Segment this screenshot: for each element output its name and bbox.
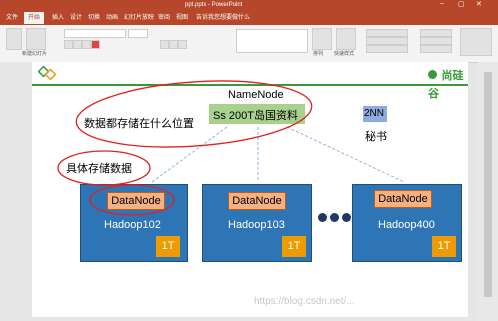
slide-panel — [0, 62, 32, 321]
shapes-gallery[interactable] — [236, 29, 308, 53]
new-slide-button[interactable] — [26, 28, 46, 50]
tools-button[interactable] — [460, 28, 492, 56]
tab-file[interactable]: 文件 — [6, 12, 18, 24]
tab-design[interactable]: 设计 — [70, 12, 82, 24]
tab-insert[interactable]: 插入 — [52, 12, 64, 24]
arrange-label: 排列 — [313, 51, 324, 57]
align-right-button[interactable] — [178, 40, 187, 49]
tab-view[interactable]: 视图 — [176, 12, 188, 24]
shape-effects-button[interactable] — [366, 45, 408, 53]
maximize-icon[interactable]: ▢ — [458, 0, 465, 8]
tab-home[interactable]: 开始 — [24, 12, 45, 24]
italic-button[interactable] — [73, 40, 82, 49]
ribbon-tabs: 文件 开始 插入 设计 切换 动画 幻灯片放映 审阅 视图 告诉我您想要做什么 — [0, 11, 498, 25]
ribbon: 新建幻灯片 排列 快速样式 — [0, 25, 498, 63]
window-title: ppt.pptx - PowerPoint — [185, 2, 243, 8]
tell-me-search[interactable]: 告诉我您想要做什么 — [196, 12, 250, 24]
ink-annotations — [57, 80, 313, 216]
shape-outline-button[interactable] — [366, 37, 408, 45]
align-center-button[interactable] — [169, 40, 178, 49]
title-bar: ppt.pptx - PowerPoint – ▢ ✕ — [0, 0, 498, 11]
tab-slideshow[interactable]: 幻灯片放映 — [124, 12, 154, 24]
paste-button[interactable] — [6, 28, 22, 50]
replace-button[interactable] — [420, 37, 452, 45]
minimize-icon[interactable]: – — [440, 0, 444, 7]
font-size-dropdown[interactable] — [128, 29, 148, 38]
arrange-button[interactable] — [312, 28, 332, 50]
quick-styles-button[interactable] — [336, 28, 356, 50]
select-button[interactable] — [420, 45, 452, 53]
font-dropdown[interactable] — [64, 29, 126, 38]
quick-styles-label: 快速样式 — [334, 51, 355, 57]
new-slide-label: 新建幻灯片 — [22, 51, 48, 57]
align-left-button[interactable] — [160, 40, 169, 49]
underline-button[interactable] — [82, 40, 91, 49]
font-color-button[interactable] — [91, 40, 100, 49]
shape-fill-button[interactable] — [366, 29, 408, 37]
watermark: https://blog.csdn.net/... — [254, 296, 355, 307]
scroll-thumb[interactable] — [484, 72, 492, 297]
slide-canvas[interactable]: 尚硅谷 NameNode Ss 200T岛国资料 2NN 秘书 数据都存储在什么… — [32, 62, 468, 317]
tab-transitions[interactable]: 切换 — [88, 12, 100, 24]
tab-review[interactable]: 审阅 — [158, 12, 170, 24]
bold-button[interactable] — [64, 40, 73, 49]
close-icon[interactable]: ✕ — [476, 0, 482, 8]
find-button[interactable] — [420, 29, 452, 37]
tab-animations[interactable]: 动画 — [106, 12, 118, 24]
